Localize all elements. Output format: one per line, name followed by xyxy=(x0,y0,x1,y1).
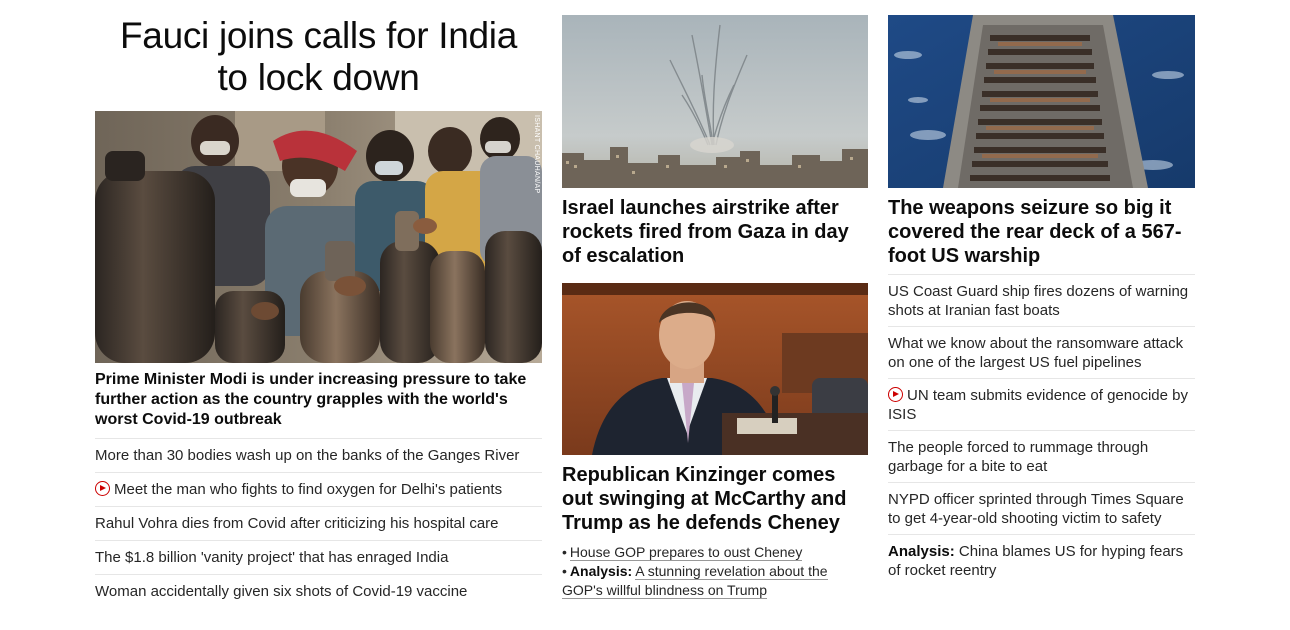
list-item-text: Meet the man who fights to find oxygen f… xyxy=(114,481,503,498)
list-item[interactable]: The people forced to rummage through gar… xyxy=(888,431,1195,483)
list-item-text: What we know about the ransomware attack… xyxy=(888,335,1184,371)
list-item-text: UN team submits evidence of genocide by … xyxy=(888,387,1188,423)
list-item[interactable]: US Coast Guard ship fires dozens of warn… xyxy=(888,274,1195,327)
video-play-icon xyxy=(888,387,903,402)
column-middle: Israel launches airstrike after rockets … xyxy=(562,0,868,600)
india-related-list: More than 30 bodies wash up on the banks… xyxy=(95,439,542,608)
list-item[interactable]: Rahul Vohra dies from Covid after critic… xyxy=(95,507,542,541)
list-item[interactable]: UN team submits evidence of genocide by … xyxy=(888,379,1195,431)
bullet: • xyxy=(562,544,567,560)
bullet: • xyxy=(562,563,567,579)
right-related-list: US Coast Guard ship fires dozens of warn… xyxy=(888,274,1195,586)
warship-headline[interactable]: The weapons seizure so big it covered th… xyxy=(888,196,1195,268)
list-item[interactable]: Meet the man who fights to find oxygen f… xyxy=(95,473,542,507)
list-item-text: The people forced to rummage through gar… xyxy=(888,439,1149,475)
kinzinger-photo-art xyxy=(562,283,868,455)
kinzinger-sub-links: • House GOP prepares to oust Cheney • Anal… xyxy=(562,543,868,600)
kinzinger-photo[interactable] xyxy=(562,283,868,455)
list-item[interactable]: What we know about the ransomware attack… xyxy=(888,327,1195,379)
lead-story-text[interactable]: Prime Minister Modi is under increasing … xyxy=(95,370,542,439)
gaza-rockets-photo[interactable] xyxy=(562,15,868,188)
sub-link-text: House GOP prepares to oust Cheney xyxy=(569,544,803,561)
list-item-text: More than 30 bodies wash up on the banks… xyxy=(95,447,520,464)
list-item-text: Woman accidentally given six shots of Co… xyxy=(95,583,468,600)
list-item[interactable]: Woman accidentally given six shots of Co… xyxy=(95,575,542,608)
list-item[interactable]: More than 30 bodies wash up on the banks… xyxy=(95,439,542,473)
list-item[interactable]: Analysis: China blames US for hyping fea… xyxy=(888,535,1195,586)
kinzinger-headline[interactable]: Republican Kinzinger comes out swinging … xyxy=(562,463,868,535)
list-item[interactable]: The $1.8 billion 'vanity project' that h… xyxy=(95,541,542,575)
gaza-headline[interactable]: Israel launches airstrike after rockets … xyxy=(562,196,868,268)
main-headline-line1[interactable]: Fauci joins calls for India xyxy=(95,15,542,57)
list-item-text: The $1.8 billion 'vanity project' that h… xyxy=(95,549,449,566)
warship-weapons-photo-art xyxy=(888,15,1195,188)
video-play-icon xyxy=(95,481,110,496)
analysis-label: Analysis: xyxy=(888,543,955,560)
sub-link-oust-cheney[interactable]: • House GOP prepares to oust Cheney xyxy=(562,543,868,562)
warship-weapons-photo[interactable] xyxy=(888,15,1195,188)
gaza-rockets-photo-art xyxy=(562,15,868,188)
list-item[interactable]: NYPD officer sprinted through Times Squa… xyxy=(888,483,1195,535)
main-headline-line2[interactable]: to lock down xyxy=(95,57,542,99)
column-right: The weapons seizure so big it covered th… xyxy=(888,0,1195,586)
list-item-text: US Coast Guard ship fires dozens of warn… xyxy=(888,283,1189,319)
analysis-label: Analysis: xyxy=(569,563,633,579)
sub-link-analysis-gop[interactable]: • Analysis: A stunning revelation about t… xyxy=(562,562,868,600)
list-item-text: Rahul Vohra dies from Covid after critic… xyxy=(95,515,499,532)
list-item-text: NYPD officer sprinted through Times Squa… xyxy=(888,491,1184,527)
india-oxygen-photo-art xyxy=(95,111,542,363)
india-oxygen-photo[interactable]: ISHANT CHAUHAN/AP xyxy=(95,111,542,363)
column-india: Fauci joins calls for India to lock down xyxy=(95,0,542,608)
main-headline[interactable]: Fauci joins calls for India to lock down xyxy=(95,15,542,99)
photo-credit: ISHANT CHAUHAN/AP xyxy=(533,115,540,194)
